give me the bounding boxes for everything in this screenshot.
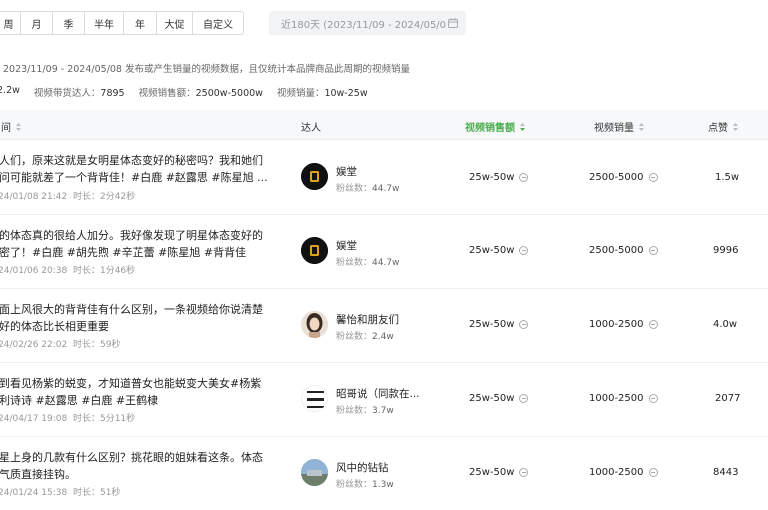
range-info-icon[interactable] [648,173,658,182]
table-row[interactable]: 到看见杨紫的蜕变，才知道普女也能蜕变大美女#杨紫 利诗诗 #赵露思 #白鹿 #王… [0,363,768,437]
fans-count: 粉丝数：1.3w [336,480,394,490]
video-title[interactable]: 人们，原来这就是女明星体态变好的秘密吗？我和她们 问可能就差了一个背背佳！#白鹿… [0,152,284,186]
sales-volume: 2500-5000 [589,172,658,183]
sort-icon [16,122,21,131]
fans-count: 粉丝数：44.7w [336,258,400,268]
sales-volume: 1000-2500 [589,393,658,404]
talent-name[interactable]: 娱堂 [336,238,428,253]
range-info-icon[interactable] [519,394,529,403]
avatar[interactable] [301,237,328,264]
period-description: 2023/11/09 - 2024/05/08 发布或产生销量的视频数据，且仅统… [3,64,410,75]
video-meta: 24/01/06 20:38 时长：1分46秒 [0,266,136,276]
stat-video-count: 2.2w [0,85,20,96]
avatar[interactable] [301,163,328,190]
summary-stats: 2.2w 视频带货达人：7895 视频销售额：2500w-5000w 视频销量：… [0,85,368,99]
period-selector: 周 月 季 半年 年 大促 自定义 [0,11,244,35]
avatar[interactable] [301,459,328,486]
range-info-icon[interactable] [519,468,529,477]
video-meta: 24/04/17 19:08 时长：5分11秒 [0,414,136,424]
range-info-icon[interactable] [648,246,658,255]
sales-volume: 1000-2500 [589,319,658,330]
stat-sales-volume: 视频销量：10w-25w [276,88,368,99]
range-info-icon[interactable] [519,246,529,255]
video-title[interactable]: 面上风很大的背背佳有什么区别，一条视频给你说清楚 好的体态比长相更重要 [0,301,284,335]
column-header-sales-volume[interactable]: 视频销量 [594,119,645,134]
video-title[interactable]: 到看见杨紫的蜕变，才知道普女也能蜕变大美女#杨紫 利诗诗 #赵露思 #白鹿 #王… [0,375,284,409]
column-header-time[interactable]: 间 [1,119,22,134]
range-info-icon[interactable] [648,468,658,477]
period-halfyear-button[interactable]: 半年 [85,11,124,35]
likes-count: 1.5w [715,172,740,183]
sales-volume: 2500-5000 [589,245,658,256]
video-meta: 24/01/24 15:38 时长：51秒 [0,488,121,498]
video-title[interactable]: 星上身的几款有什么区别？挑花眼的姐妹看这条。体态 气质直接挂钩。 [0,449,284,483]
sales-volume: 1000-2500 [589,467,658,478]
table-header: 间 达人 视频销售额 视频销量 点赞 [0,110,768,140]
date-range-text: 近180天 (2023/11/09 - 2024/05/0 [281,19,447,31]
period-week-button[interactable]: 周 [0,11,21,35]
video-title[interactable]: 的体态真的很给人加分。我好像发现了明星体态变好的 密了！#白鹿 #胡先煦 #辛芷… [0,227,284,261]
period-custom-button[interactable]: 自定义 [193,11,244,35]
period-year-button[interactable]: 年 [124,11,157,35]
table-row[interactable]: 星上身的几款有什么区别？挑花眼的姐妹看这条。体态 气质直接挂钩。 24/01/2… [0,437,768,510]
talent-name[interactable]: 风中的钻钻 [336,460,428,475]
talent-name[interactable]: 娱堂 [336,164,428,179]
period-promo-button[interactable]: 大促 [157,11,193,35]
likes-count: 4.0w [713,319,738,330]
fans-count: 粉丝数：44.7w [336,184,400,194]
table-row[interactable]: 的体态真的很给人加分。我好像发现了明星体态变好的 密了！#白鹿 #胡先煦 #辛芷… [0,215,768,289]
sort-icon [733,122,738,131]
column-header-likes[interactable]: 点赞 [708,119,739,134]
sales-amount: 25w-50w [469,393,529,404]
sales-amount: 25w-50w [469,245,529,256]
range-info-icon[interactable] [648,320,658,329]
range-info-icon[interactable] [519,173,529,182]
table-row[interactable]: 面上风很大的背背佳有什么区别，一条视频给你说清楚 好的体态比长相更重要 24/0… [0,289,768,363]
sort-icon [520,122,525,131]
period-month-button[interactable]: 月 [21,11,53,35]
sales-amount: 25w-50w [469,172,529,183]
avatar[interactable] [301,385,328,412]
fans-count: 粉丝数：2.4w [336,332,394,342]
fans-count: 粉丝数：3.7w [336,406,394,416]
likes-count: 9996 [713,245,739,256]
date-range-picker[interactable]: 近180天 (2023/11/09 - 2024/05/0 [269,11,466,35]
avatar[interactable] [301,311,328,338]
calendar-icon [448,18,458,31]
sort-icon [639,122,644,131]
table-row[interactable]: 人们，原来这就是女明星体态变好的秘密吗？我和她们 问可能就差了一个背背佳！#白鹿… [0,141,768,215]
video-meta: 24/02/26 22:02 时长：59秒 [0,340,121,350]
period-quarter-button[interactable]: 季 [53,11,85,35]
talent-name[interactable]: 馨怡和朋友们 [336,312,428,327]
column-header-sales-amount[interactable]: 视频销售额 [465,119,526,134]
column-header-talent: 达人 [301,123,321,134]
stat-sales-amount: 视频销售额：2500w-5000w [138,88,263,99]
range-info-icon[interactable] [519,320,529,329]
sales-amount: 25w-50w [469,467,529,478]
video-meta: 24/01/08 21:42 时长：2分42秒 [0,192,136,202]
stat-talent-count: 视频带货达人：7895 [33,88,125,99]
likes-count: 2077 [715,393,741,404]
talent-name[interactable]: 昭哥说（同款在... [336,386,428,401]
sales-amount: 25w-50w [469,319,529,330]
likes-count: 8443 [713,467,739,478]
range-info-icon[interactable] [648,394,658,403]
